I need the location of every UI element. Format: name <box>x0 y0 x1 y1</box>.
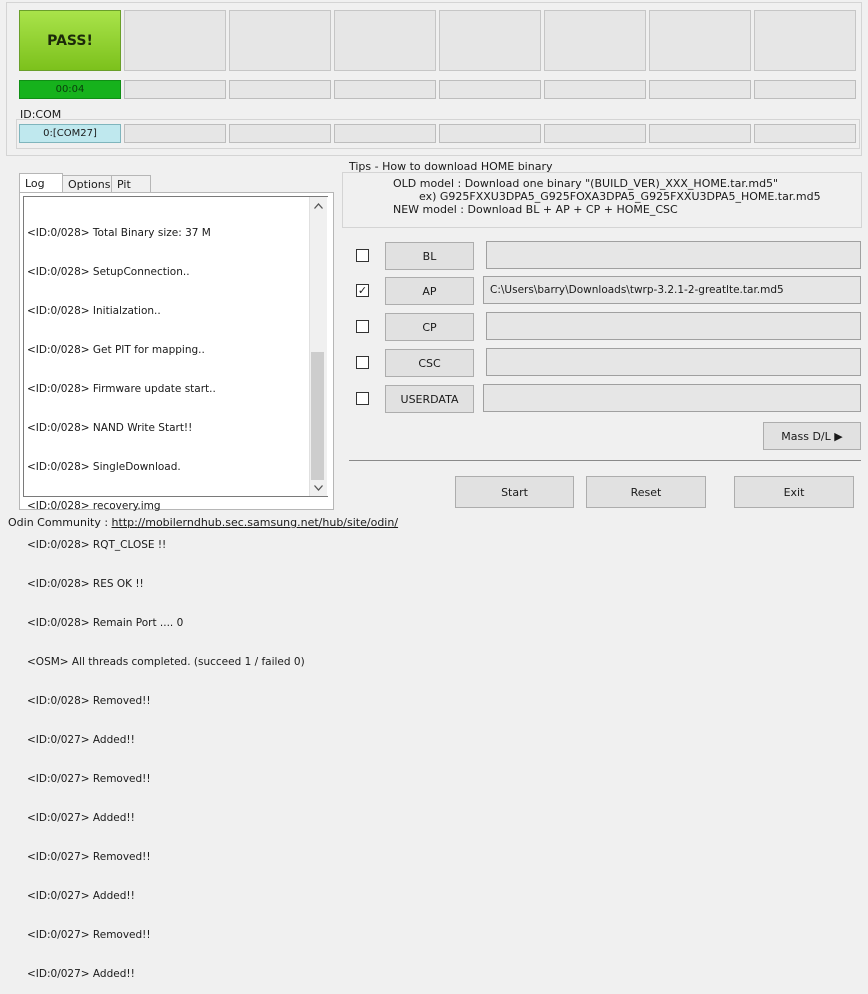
checkmark-icon: ✓ <box>357 284 368 297</box>
tips-old-example: ex) G925FXXU3DPA5_G925FOXA3DPA5_G925FXXU… <box>419 190 821 203</box>
progress-bar-1: 00:04 <box>19 80 121 99</box>
csc-button[interactable]: CSC <box>385 349 474 377</box>
progress-bar-3 <box>229 80 331 99</box>
com-port-3 <box>229 124 331 143</box>
log-line: <ID:0/028> Total Binary size: 37 M <box>27 227 211 239</box>
pass-status-box: PASS! <box>19 10 121 71</box>
action-divider <box>349 460 861 461</box>
odin-community-link[interactable]: http://mobilerndhub.sec.samsung.net/hub/… <box>112 516 399 529</box>
bl-checkbox[interactable] <box>356 249 369 262</box>
port-slot-4 <box>334 10 436 71</box>
progress-bar-7 <box>649 80 751 99</box>
port-slot-8 <box>754 10 856 71</box>
com-port-7 <box>649 124 751 143</box>
scroll-up-icon[interactable] <box>309 199 327 213</box>
port-slot-3 <box>229 10 331 71</box>
log-line: <ID:0/027> Removed!! <box>27 773 151 785</box>
log-line: <ID:0/027> Added!! <box>27 890 135 902</box>
bl-file-path[interactable] <box>486 241 861 269</box>
tab-log[interactable]: Log <box>19 173 63 193</box>
footer-label: Odin Community : <box>8 516 112 529</box>
tab-pit[interactable]: Pit <box>111 175 151 193</box>
footer: Odin Community : http://mobilerndhub.sec… <box>8 516 398 529</box>
log-scroll-thumb[interactable] <box>311 352 324 480</box>
log-line: <OSM> All threads completed. (succeed 1 … <box>27 656 305 668</box>
com-port-5 <box>439 124 541 143</box>
log-line: <ID:0/027> Removed!! <box>27 851 151 863</box>
log-line: <ID:0/028> Removed!! <box>27 695 151 707</box>
userdata-button[interactable]: USERDATA <box>385 385 474 413</box>
com-port-6 <box>544 124 646 143</box>
mass-download-button[interactable]: Mass D/L ▶ <box>763 422 861 450</box>
progress-bar-6 <box>544 80 646 99</box>
cp-checkbox[interactable] <box>356 320 369 333</box>
log-line: <ID:0/028> SingleDownload. <box>27 461 181 473</box>
port-slot-5 <box>439 10 541 71</box>
start-button[interactable]: Start <box>455 476 574 508</box>
progress-bar-5 <box>439 80 541 99</box>
ap-file-path[interactable]: C:\Users\barry\Downloads\twrp-3.2.1-2-gr… <box>483 276 861 304</box>
csc-checkbox[interactable] <box>356 356 369 369</box>
tab-options[interactable]: Options <box>62 175 112 193</box>
scroll-down-icon[interactable] <box>309 481 327 495</box>
port-slot-2 <box>124 10 226 71</box>
progress-bar-4 <box>334 80 436 99</box>
log-line: <ID:0/028> NAND Write Start!! <box>27 422 193 434</box>
log-line: <ID:0/028> RES OK !! <box>27 578 144 590</box>
com-port-8 <box>754 124 856 143</box>
reset-button[interactable]: Reset <box>586 476 706 508</box>
ap-button[interactable]: AP <box>385 277 474 305</box>
log-line: <ID:0/028> Firmware update start.. <box>27 383 216 395</box>
log-line: <ID:0/027> Added!! <box>27 812 135 824</box>
log-line: <ID:0/028> Remain Port .... 0 <box>27 617 184 629</box>
exit-button[interactable]: Exit <box>734 476 854 508</box>
log-line: <ID:0/028> Get PIT for mapping.. <box>27 344 205 356</box>
log-line: <ID:0/027> Added!! <box>27 734 135 746</box>
progress-bar-2 <box>124 80 226 99</box>
tips-new-model: NEW model : Download BL + AP + CP + HOME… <box>393 203 678 216</box>
com-port-4 <box>334 124 436 143</box>
bl-button[interactable]: BL <box>385 242 474 270</box>
log-line: <ID:0/028> SetupConnection.. <box>27 266 190 278</box>
cp-button[interactable]: CP <box>385 313 474 341</box>
port-slot-6 <box>544 10 646 71</box>
ap-checkbox[interactable]: ✓ <box>356 284 369 297</box>
log-line: <ID:0/028> Initialzation.. <box>27 305 161 317</box>
log-text: <ID:0/028> Total Binary size: 37 M <ID:0… <box>27 201 307 994</box>
com-port-1: 0:[COM27] <box>19 124 121 143</box>
cp-file-path[interactable] <box>486 312 861 340</box>
tips-old-model: OLD model : Download one binary "(BUILD_… <box>393 177 779 190</box>
userdata-checkbox[interactable] <box>356 392 369 405</box>
port-slot-7 <box>649 10 751 71</box>
userdata-file-path[interactable] <box>483 384 861 412</box>
log-line: <ID:0/027> Added!! <box>27 968 135 980</box>
progress-bar-8 <box>754 80 856 99</box>
com-port-2 <box>124 124 226 143</box>
log-line: <ID:0/028> recovery.img <box>27 500 161 512</box>
log-line: <ID:0/028> RQT_CLOSE !! <box>27 539 167 551</box>
log-line: <ID:0/027> Removed!! <box>27 929 151 941</box>
csc-file-path[interactable] <box>486 348 861 376</box>
